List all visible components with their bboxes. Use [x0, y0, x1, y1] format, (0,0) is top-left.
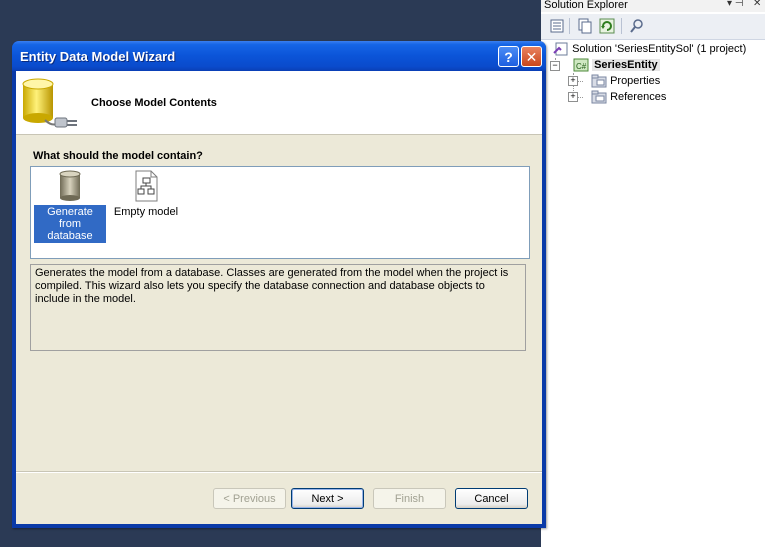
footer-divider: [16, 471, 542, 473]
project-label: SeriesEntity: [592, 59, 660, 71]
empty-model-icon: [135, 170, 158, 202]
solution-icon: [553, 42, 568, 56]
csharp-project-icon: C#: [573, 58, 589, 72]
folder-references-icon: [591, 90, 607, 104]
close-button[interactable]: ✕: [521, 46, 542, 67]
class-diagram-icon[interactable]: [629, 18, 645, 34]
references-label: References: [610, 91, 667, 103]
wizard-client-area: Choose Model Contents What should the mo…: [16, 71, 542, 524]
close-icon[interactable]: ✕: [753, 0, 761, 9]
page-title: Choose Model Contents: [91, 97, 217, 109]
choice-description: Generates the model from a database. Cla…: [30, 264, 526, 351]
entity-data-model-wizard: Entity Data Model Wizard ? ✕ Choose Mode…: [12, 41, 546, 528]
properties-label: Properties: [610, 75, 661, 87]
next-button[interactable]: Next >: [291, 488, 364, 509]
previous-button[interactable]: < Previous: [213, 488, 286, 509]
choice-generate-label: Generate from database: [34, 205, 106, 243]
solution-label: Solution 'SeriesEntitySol' (1 project): [572, 43, 747, 55]
solution-explorer-titlebar: Solution Explorer ▾ ⊣ ✕: [541, 0, 765, 12]
solution-explorer-panel: Solution Explorer ▾ ⊣ ✕ Solution 'Series…: [541, 0, 765, 547]
expand-references-icon[interactable]: +: [568, 92, 578, 102]
wizard-header: Choose Model Contents: [16, 71, 542, 135]
model-contents-question: What should the model contain?: [33, 150, 203, 162]
tree-item-solution[interactable]: Solution 'SeriesEntitySol' (1 project): [553, 41, 746, 57]
choice-empty-model[interactable]: Empty model: [111, 167, 181, 219]
tree-item-references[interactable]: References: [591, 89, 666, 105]
properties-icon[interactable]: [549, 18, 565, 34]
pin-icon[interactable]: ▾ ⊣: [727, 0, 744, 9]
model-choice-list: Generate from database Empty model: [30, 166, 530, 259]
expand-properties-icon[interactable]: +: [568, 76, 578, 86]
help-button[interactable]: ?: [498, 46, 519, 67]
solution-explorer-toolbar: [541, 14, 765, 40]
database-connection-icon: [21, 76, 81, 135]
tree-item-properties[interactable]: Properties: [591, 73, 660, 89]
database-icon: [59, 170, 81, 201]
refresh-icon[interactable]: [599, 18, 615, 34]
finish-button[interactable]: Finish: [373, 488, 446, 509]
svg-text:C#: C#: [576, 62, 587, 71]
choice-generate-from-database[interactable]: Generate from database: [33, 167, 107, 243]
show-all-files-icon[interactable]: [577, 18, 593, 34]
solution-explorer-title: Solution Explorer: [544, 0, 628, 11]
choice-empty-label: Empty model: [113, 206, 179, 218]
tree-item-project[interactable]: C# SeriesEntity: [573, 57, 660, 73]
folder-properties-icon: [591, 74, 607, 88]
wizard-title: Entity Data Model Wizard: [20, 49, 176, 64]
project-collapse-icon[interactable]: −: [550, 61, 560, 71]
cancel-button[interactable]: Cancel: [455, 488, 528, 509]
wizard-titlebar[interactable]: Entity Data Model Wizard ? ✕: [12, 41, 546, 71]
